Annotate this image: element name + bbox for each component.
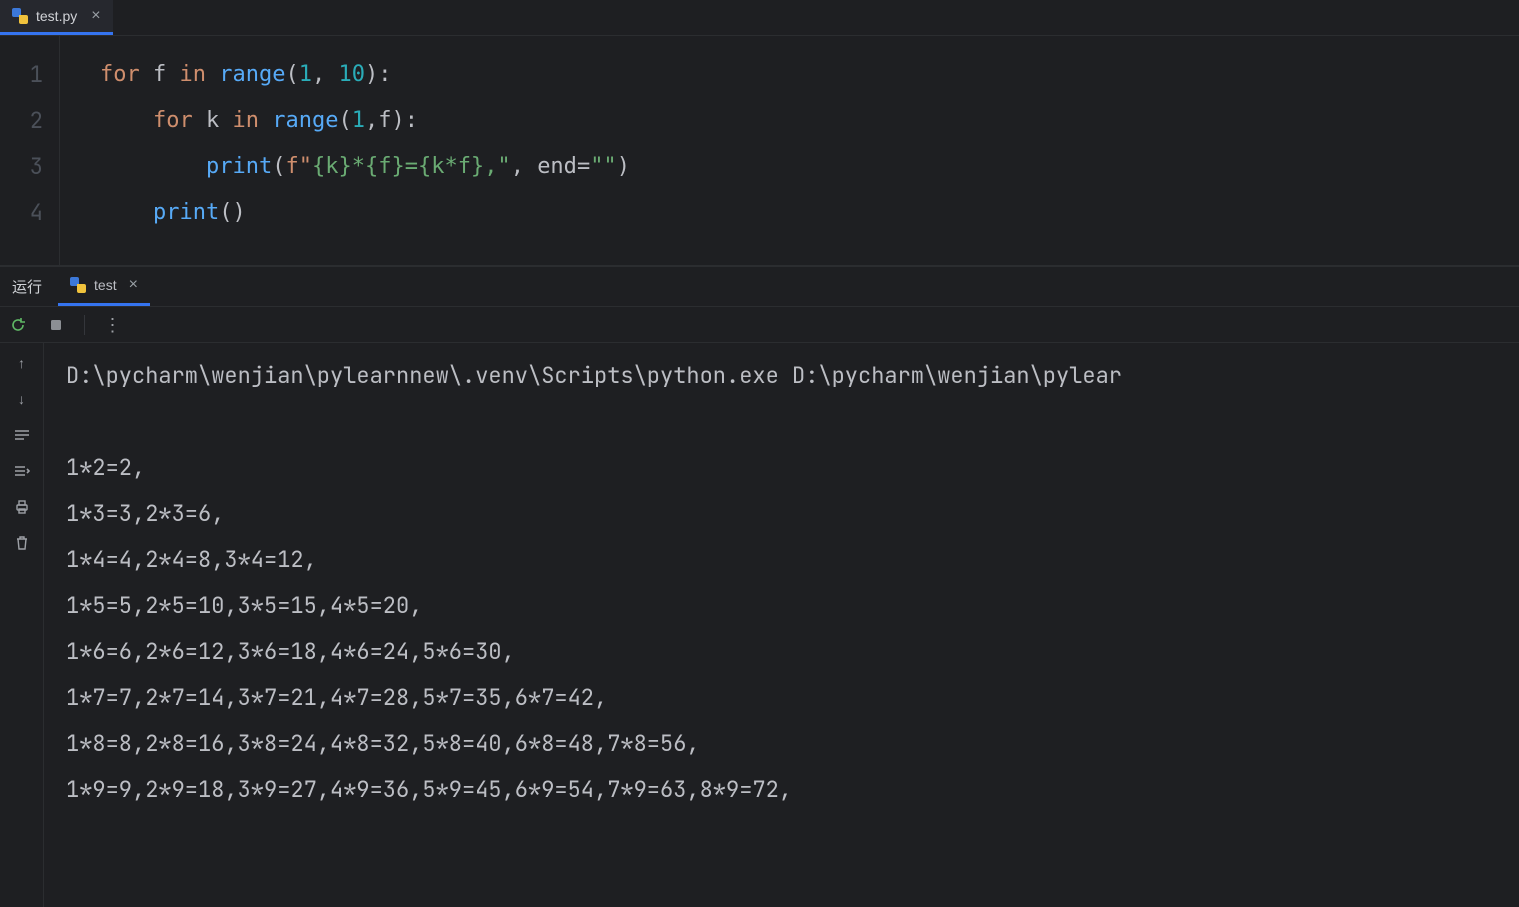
close-icon[interactable]: × (91, 7, 100, 25)
python-icon (12, 8, 28, 24)
file-tab[interactable]: test.py × (0, 0, 113, 35)
trash-icon (15, 535, 29, 551)
editor-tabbar: test.py × (0, 0, 1519, 36)
down-stack-button[interactable]: ↓ (12, 389, 32, 409)
stop-button[interactable] (46, 315, 66, 335)
softwrap-icon (14, 428, 30, 442)
arrow-down-icon: ↓ (18, 391, 25, 407)
more-actions-button[interactable]: ⋮ (103, 315, 123, 335)
print-icon (14, 499, 30, 515)
run-tab-label: test (94, 277, 117, 293)
scroll-to-end-button[interactable] (12, 461, 32, 481)
run-body: ↑ ↓ (0, 343, 1519, 907)
softwrap-button[interactable] (12, 425, 32, 445)
code-line[interactable]: for k in range(1,f): (100, 98, 1519, 144)
line-number: 3 (0, 144, 59, 190)
run-side-toolbar: ↑ ↓ (0, 343, 44, 907)
run-panel-title: 运行 (12, 276, 42, 297)
line-number-gutter: 1234 (0, 36, 60, 265)
code-line[interactable]: for f in range(1, 10): (100, 52, 1519, 98)
toolbar-divider (84, 315, 85, 335)
line-number: 4 (0, 190, 59, 236)
run-tabbar: 运行 test × (0, 267, 1519, 307)
code-line[interactable]: print() (100, 190, 1519, 236)
line-number: 1 (0, 52, 59, 98)
run-config-tab[interactable]: test × (58, 267, 150, 306)
stop-icon (49, 318, 63, 332)
run-tool-window: 运行 test × ⋮ ↑ ↓ (0, 266, 1519, 907)
line-number: 2 (0, 98, 59, 144)
rerun-icon (10, 317, 26, 333)
up-stack-button[interactable]: ↑ (12, 353, 32, 373)
run-toolbar: ⋮ (0, 307, 1519, 343)
more-icon: ⋮ (104, 320, 123, 330)
code-line[interactable]: print(f"{k}*{f}={k*f},", end="") (100, 144, 1519, 190)
code-area[interactable]: for f in range(1, 10): for k in range(1,… (60, 36, 1519, 265)
rerun-button[interactable] (8, 315, 28, 335)
print-button[interactable] (12, 497, 32, 517)
python-icon (70, 277, 86, 293)
console-output[interactable]: D:\pycharm\wenjian\pylearnnew\.venv\Scri… (44, 343, 1519, 907)
close-icon[interactable]: × (129, 276, 138, 294)
scroll-end-icon (14, 464, 30, 478)
code-editor[interactable]: 1234 for f in range(1, 10): for k in ran… (0, 36, 1519, 266)
file-tab-label: test.py (36, 8, 77, 24)
arrow-up-icon: ↑ (18, 355, 25, 371)
clear-all-button[interactable] (12, 533, 32, 553)
